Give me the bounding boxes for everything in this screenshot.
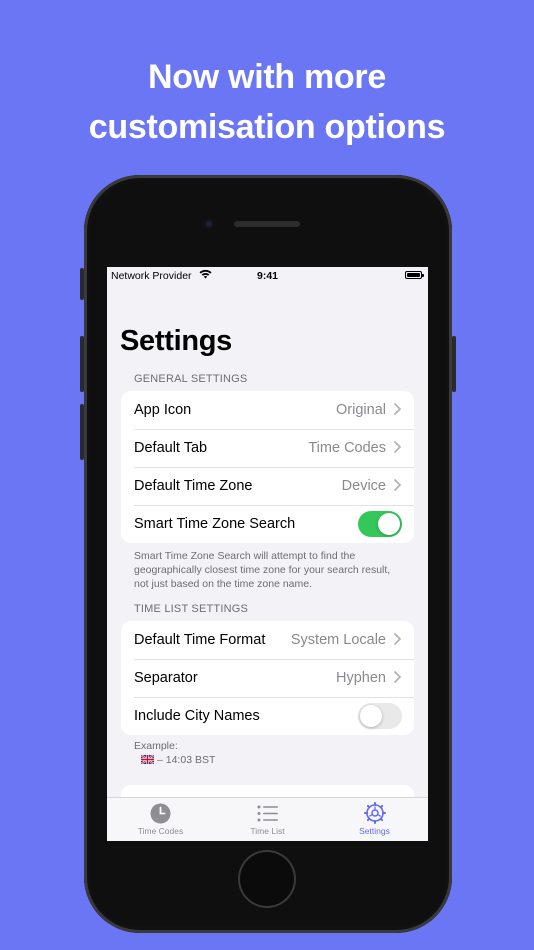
default-time-zone-label: Default Time Zone — [134, 478, 253, 494]
status-bar: Network Provider 9:41 — [107, 267, 428, 285]
example-value: – 14:03 BST — [157, 754, 216, 766]
default-tab-label: Default Tab — [134, 440, 208, 456]
status-time: 9:41 — [256, 270, 278, 282]
include-city-names-label: Include City Names — [134, 708, 260, 724]
separator-label: Separator — [134, 670, 198, 686]
chevron-right-icon — [394, 671, 401, 683]
general-settings-group: App Icon Original Default Tab Time Codes… — [121, 391, 414, 543]
format-example: Example: – 14:03 BST — [134, 739, 215, 767]
list-icon — [214, 802, 321, 824]
app-icon-label: App Icon — [134, 402, 192, 418]
include-city-names-row: Include City Names — [121, 697, 414, 735]
default-tab-value: Time Codes — [308, 440, 386, 456]
general-settings-header: GENERAL SETTINGS — [134, 373, 248, 385]
chevron-right-icon — [394, 633, 401, 645]
chevron-right-icon — [394, 479, 401, 491]
app-icon-value: Original — [336, 402, 386, 418]
uk-flag-icon — [140, 754, 155, 765]
tab-settings[interactable]: Settings — [321, 802, 428, 836]
smart-search-footnote: Smart Time Zone Search will attempt to f… — [134, 550, 391, 590]
default-time-format-value: System Locale — [290, 632, 386, 648]
default-tab-row[interactable]: Default Tab Time Codes — [121, 429, 414, 467]
tab-bar: Time Codes Time List Settings — [107, 797, 428, 841]
tab-time-codes[interactable]: Time Codes — [107, 802, 214, 836]
app-icon-row[interactable]: App Icon Original — [121, 391, 414, 429]
include-city-names-toggle[interactable] — [358, 703, 402, 729]
default-time-zone-row[interactable]: Default Time Zone Device — [121, 467, 414, 505]
tab-time-codes-label: Time Codes — [137, 826, 184, 836]
default-time-format-row[interactable]: Default Time Format System Locale — [121, 621, 414, 659]
time-list-settings-header: TIME LIST SETTINGS — [134, 603, 249, 615]
tab-time-list[interactable]: Time List — [214, 802, 321, 836]
phone-screen: Network Provider 9:41 Settings GENERAL S… — [107, 267, 428, 841]
gear-icon — [321, 802, 428, 824]
example-label: Example: — [134, 740, 178, 752]
promo-line-1: Now with more — [148, 58, 386, 96]
separator-value: Hyphen — [336, 670, 386, 686]
smart-time-zone-search-row: Smart Time Zone Search — [121, 505, 414, 543]
page-title: Settings — [120, 325, 232, 357]
separator-row[interactable]: Separator Hyphen — [121, 659, 414, 697]
promo-line-2: customisation options — [88, 108, 446, 146]
smart-time-zone-search-toggle[interactable] — [358, 511, 402, 537]
chevron-right-icon — [394, 403, 401, 415]
clock-icon — [107, 802, 214, 824]
power-button — [452, 336, 456, 392]
front-camera — [204, 219, 214, 229]
tab-time-list-label: Time List — [250, 826, 285, 836]
time-list-settings-group: Default Time Format System Locale Separa… — [121, 621, 414, 735]
smart-time-zone-search-label: Smart Time Zone Search — [134, 516, 296, 532]
default-time-zone-value: Device — [341, 478, 386, 494]
default-time-format-label: Default Time Format — [134, 632, 266, 648]
chevron-right-icon — [394, 441, 401, 453]
example-preview: – 14:03 BST — [134, 753, 215, 767]
battery-icon — [405, 271, 424, 279]
earpiece-speaker — [234, 221, 300, 227]
home-button[interactable] — [240, 852, 294, 906]
promo-headline: Now with more customisation options — [0, 52, 534, 152]
tab-settings-label: Settings — [359, 826, 390, 836]
